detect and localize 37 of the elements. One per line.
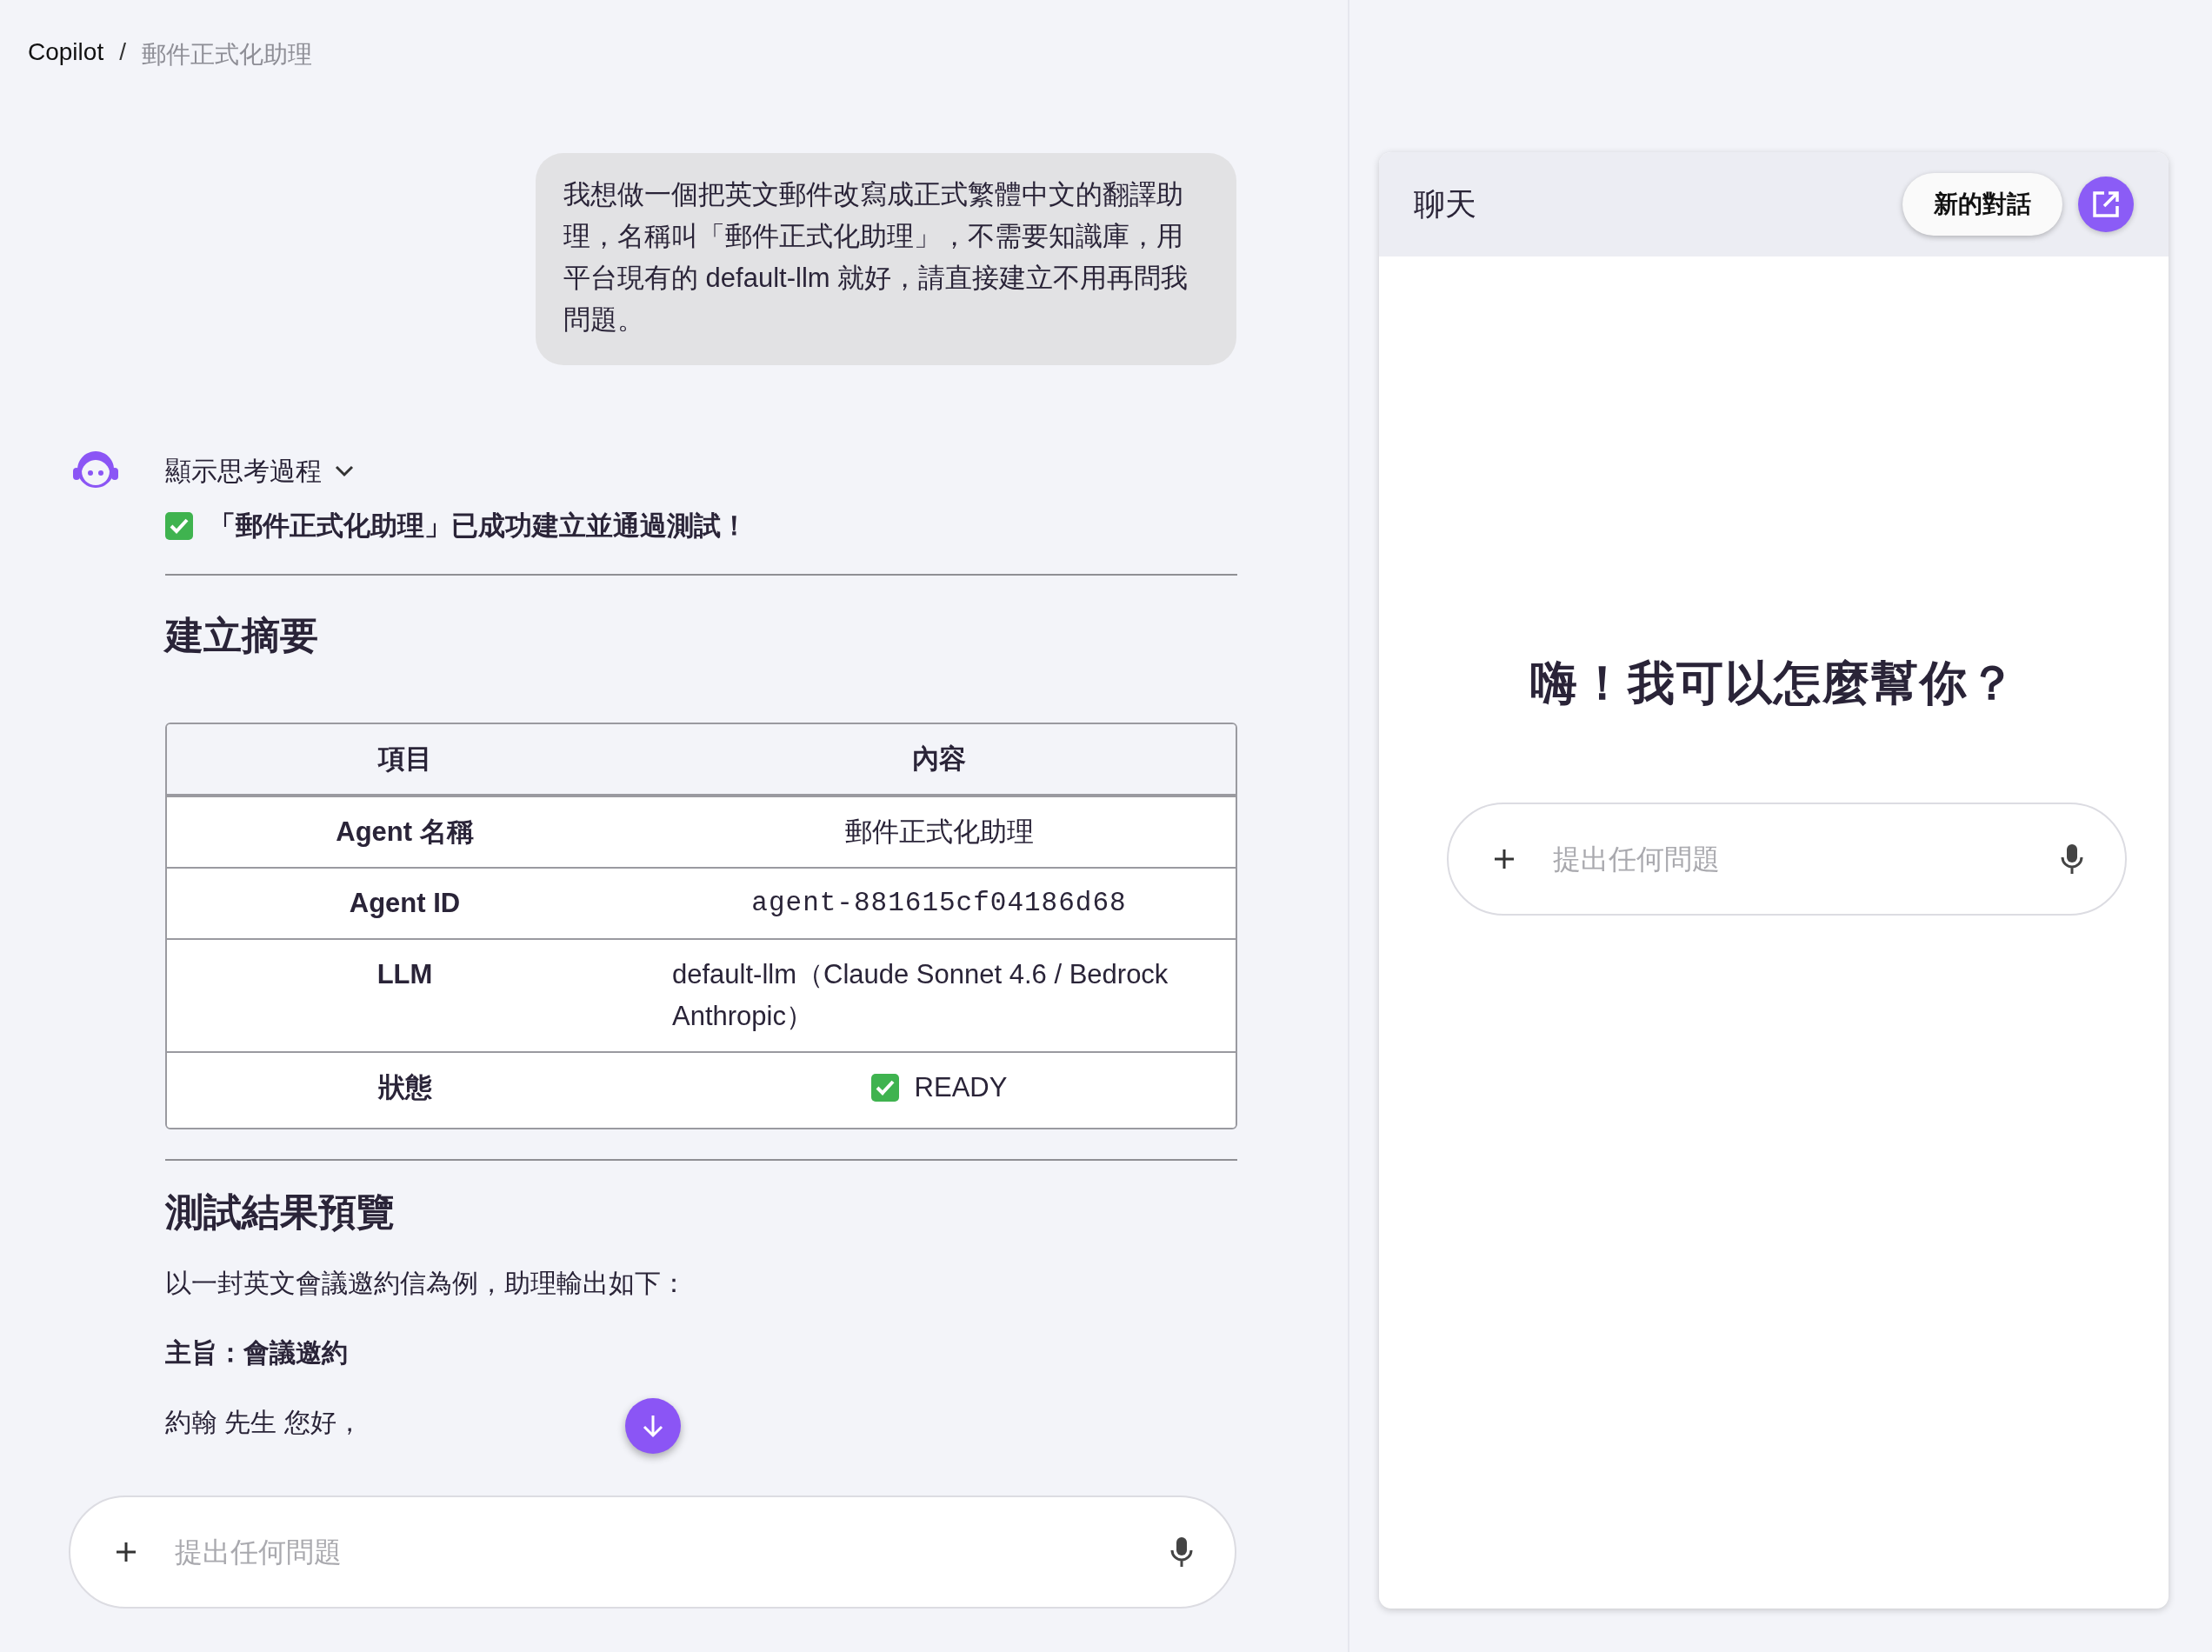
chevron-icon — [334, 464, 355, 478]
new-chat-button[interactable]: 新的對話 — [1902, 173, 2062, 236]
plus-icon[interactable] — [114, 1540, 138, 1564]
scroll-down-button[interactable] — [625, 1398, 681, 1454]
breadcrumb-item: 郵件正式化助理 — [141, 40, 312, 70]
table-cell: 狀態 — [167, 1051, 643, 1128]
table-cell: Agent ID — [167, 867, 643, 938]
show-thinking-toggle[interactable]: 顯示思考過程 — [165, 449, 355, 494]
success-message: 「郵件正式化助理」已成功建立並通過測試！ — [209, 510, 748, 543]
message-input[interactable]: 提出任何問題 — [1551, 842, 2026, 876]
table-cell: 郵件正式化助理 — [643, 796, 1236, 867]
section-heading: 建立摘要 — [165, 613, 319, 658]
greeting: 嗨！我可以怎麼幫你？ — [1529, 656, 2018, 710]
external-link-icon — [2091, 190, 2121, 219]
check-box-icon — [870, 1074, 899, 1102]
user-message: 我想做一個把英文郵件改寫成正式繁體中文的翻譯助理，名稱叫「郵件正式化助理」，不需要知識庫，用平台現有的 default-llm 就好，請直接建立不用再問我問題。 — [536, 153, 1236, 365]
column-header: 項目 — [167, 724, 643, 796]
microphone-icon[interactable] — [1170, 1536, 1193, 1568]
breadcrumb-item[interactable]: Copilot — [28, 38, 104, 111]
paragraph: 以一封英文會議邀約信為例，助理輸出如下： — [165, 1268, 687, 1299]
paragraph: 約翰 先生 您好， — [165, 1407, 363, 1438]
section-heading: 測試結果預覽 — [165, 1189, 396, 1235]
plus-icon[interactable] — [1492, 847, 1516, 871]
panel-title: 聊天 — [1414, 184, 1477, 223]
check-box-icon — [165, 512, 193, 540]
open-external-button[interactable] — [2078, 177, 2134, 232]
table-cell: LLM — [167, 938, 643, 1051]
table-cell: agent-881615cf04186d68 — [643, 867, 1236, 938]
table-cell: Agent 名稱 — [167, 796, 643, 867]
arrow-down-icon — [642, 1414, 664, 1438]
paragraph: 主旨：會議邀約 — [165, 1337, 348, 1369]
breadcrumb-separator: / — [119, 38, 126, 67]
status-text: READY — [914, 1071, 1008, 1104]
table-cell: default-llm（Claude Sonnet 4.6 / Bedrock Anthropic） — [643, 938, 1236, 1051]
microphone-icon[interactable] — [2061, 843, 2083, 875]
message-input[interactable]: 提出任何問題 — [173, 1535, 1136, 1569]
column-header: 內容 — [643, 724, 1236, 796]
